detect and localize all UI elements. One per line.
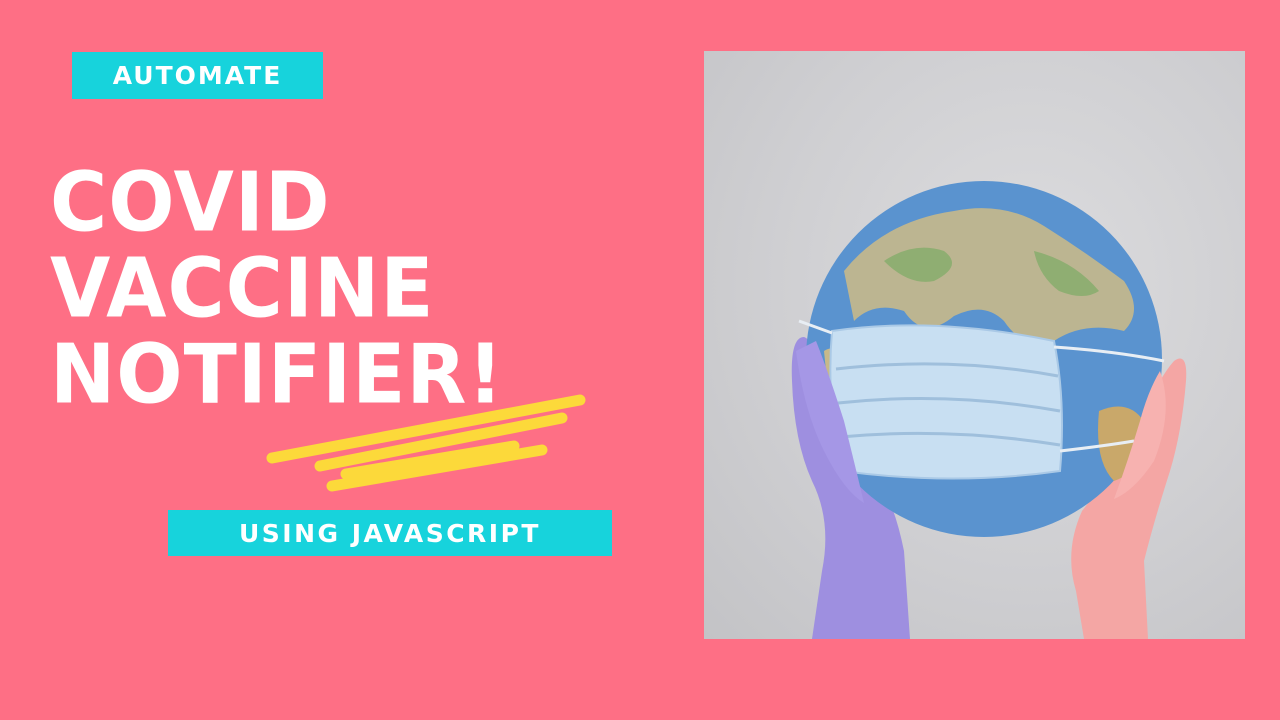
javascript-badge: USING JAVASCRIPT (168, 510, 612, 556)
javascript-label: USING JAVASCRIPT (239, 518, 541, 548)
globe-with-mask-photo (704, 51, 1245, 639)
title-line-2: VACCINE (50, 241, 435, 337)
page-title: COVID VACCINE NOTIFIER! (50, 160, 504, 418)
automate-badge: AUTOMATE (72, 52, 323, 99)
yellow-squiggle-underline (266, 394, 586, 492)
automate-label: AUTOMATE (112, 61, 283, 90)
title-line-1: COVID (50, 155, 331, 251)
